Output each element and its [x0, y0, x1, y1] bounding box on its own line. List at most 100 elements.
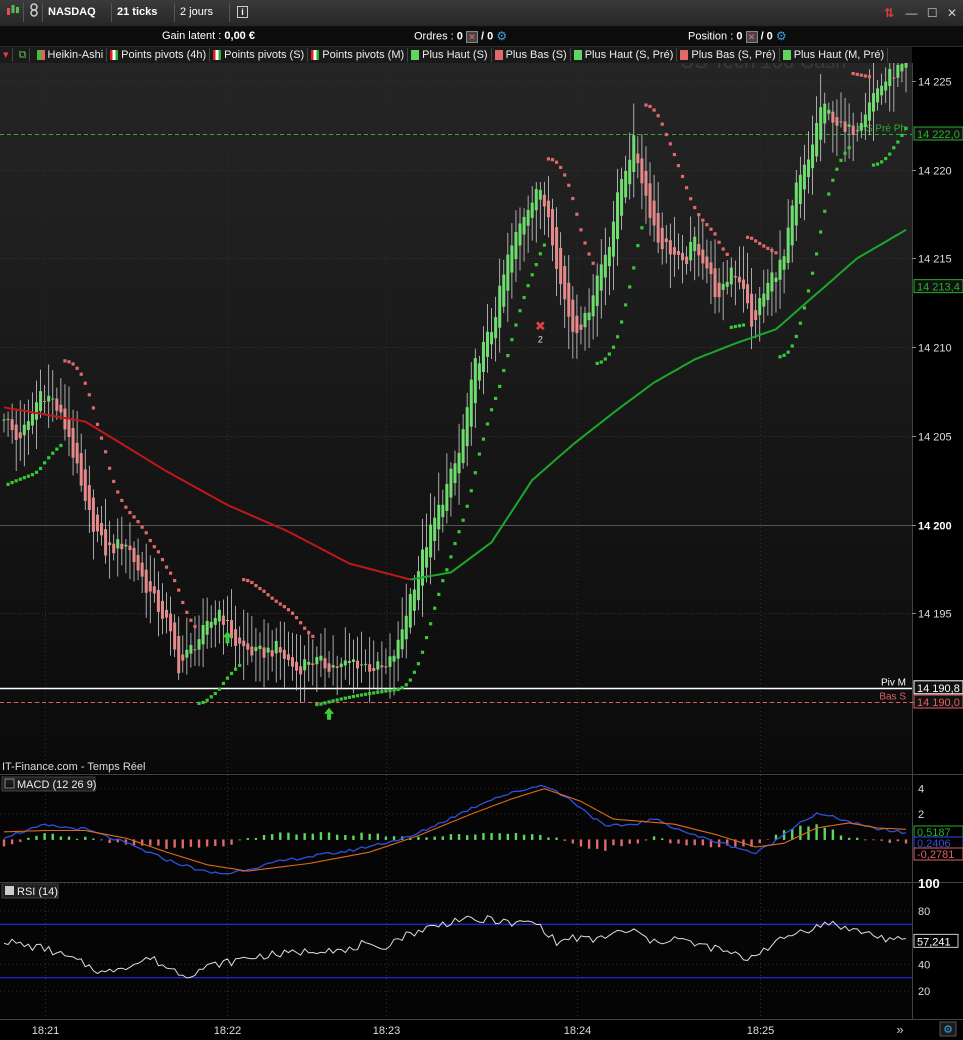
x-tick-label: 18:21	[32, 1025, 60, 1037]
rsi-tick-label: 100	[918, 876, 940, 891]
sar-dot	[67, 360, 71, 364]
legend-item[interactable]: Points pivots (M)	[308, 48, 409, 62]
sar-dot	[689, 197, 693, 201]
candle-body	[445, 483, 449, 511]
sar-dot	[213, 691, 217, 696]
candle-body	[786, 227, 790, 263]
candle-body	[55, 398, 59, 411]
macd-bar	[563, 839, 566, 841]
sar-dot	[437, 592, 441, 596]
legend-collapse-icon[interactable]: ▾	[0, 48, 13, 62]
sar-dot	[863, 74, 867, 78]
interval-select[interactable]: 21 ticks	[113, 3, 175, 34]
sar-dot	[835, 167, 839, 171]
candle-body	[603, 254, 607, 278]
legend-item[interactable]: Plus Bas (S)	[492, 48, 571, 62]
macd-bar	[636, 839, 640, 844]
y-tick-label: 14 215	[918, 254, 952, 266]
candle-body	[819, 107, 823, 140]
candle-body	[636, 153, 640, 164]
macd-bar	[262, 834, 266, 840]
instrument-select[interactable]: NASDAQ	[44, 3, 112, 34]
gain-value: 0,00 €	[224, 30, 255, 42]
candle-body	[563, 266, 567, 300]
candle-body	[847, 124, 851, 127]
candle-body	[494, 317, 498, 339]
legend-swatch	[494, 50, 503, 61]
maximize-icon[interactable]: ☐	[927, 6, 938, 20]
position-total: / 0	[760, 30, 773, 43]
legend-item[interactable]: Points pivots (4h)	[107, 48, 211, 62]
candle-body	[2, 419, 6, 421]
sar-dot	[323, 701, 327, 705]
rsi-tick-label: 20	[918, 986, 930, 998]
candle-body	[319, 655, 323, 661]
info-icon[interactable]: i	[233, 3, 253, 22]
rsi-swatch	[5, 886, 14, 895]
candle-body	[676, 250, 680, 255]
refresh-icon[interactable]: ⇅	[884, 6, 894, 20]
legend-add-icon[interactable]: ⧉	[16, 48, 31, 62]
legend-label: Plus Haut (M, Pré)	[793, 49, 885, 61]
close-icon[interactable]: ✕	[947, 6, 957, 20]
sar-dot	[457, 530, 461, 534]
legend-label: Points pivots (M)	[322, 49, 405, 61]
candle-type-icon[interactable]	[2, 3, 24, 22]
orders-settings-icon[interactable]: ⚙	[496, 29, 507, 44]
sar-dot	[603, 357, 607, 361]
sar-dot	[587, 252, 591, 256]
candle-body	[384, 666, 388, 668]
position-count: 0	[736, 30, 743, 43]
macd-bar	[604, 839, 607, 851]
legend-item[interactable]: Plus Haut (M, Pré)	[780, 48, 889, 62]
sar-dot	[193, 624, 197, 629]
sar-dot	[10, 480, 14, 485]
close-position-icon[interactable]: ✕	[745, 30, 758, 43]
candle	[408, 588, 412, 634]
sar-dot	[526, 284, 530, 288]
sar-dot	[396, 687, 400, 692]
candle-body	[729, 267, 733, 285]
sar-dot	[445, 568, 449, 572]
y-tick-label: 14 205	[918, 432, 952, 444]
sar-dot	[802, 306, 807, 310]
macd-bar	[319, 832, 323, 840]
candle-body	[437, 504, 441, 530]
sar-dot	[554, 160, 559, 164]
sar-dot	[668, 142, 672, 146]
candle-body	[425, 547, 429, 568]
position-settings-icon[interactable]: ⚙	[776, 29, 787, 44]
sar-dot	[412, 670, 416, 674]
sar-dot	[774, 251, 778, 255]
legend-item[interactable]: Plus Haut (S)	[408, 48, 492, 62]
link-icon[interactable]	[25, 3, 43, 22]
candle-body	[737, 276, 741, 283]
legend-item[interactable]: Points pivots (S)	[210, 48, 309, 62]
sar-dot	[47, 456, 51, 460]
sar-dot	[201, 700, 205, 705]
legend-item[interactable]: Plus Bas (S, Pré)	[677, 48, 780, 62]
sar-dot	[30, 473, 35, 477]
sar-dot	[782, 353, 786, 357]
sar-dot	[745, 235, 750, 239]
candle-body	[10, 419, 14, 430]
candle-body	[165, 609, 169, 618]
price-label: 14 213,4	[917, 282, 960, 294]
sar-dot	[530, 273, 534, 277]
minimize-icon[interactable]: —	[905, 6, 917, 20]
candle-body	[758, 298, 762, 316]
candle-body	[217, 609, 221, 622]
candle-body	[140, 562, 144, 577]
candle-body	[644, 170, 648, 196]
macd-bar	[230, 839, 233, 845]
legend-item[interactable]: Plus Haut (S, Pré)	[571, 48, 678, 62]
cancel-orders-icon[interactable]: ✕	[465, 30, 478, 43]
chart-canvas[interactable]: US Tech 100 Cash14 19014 19514 20014 205…	[0, 0, 963, 1040]
rsi-value-label: 57,241	[917, 936, 951, 948]
sar-dot	[22, 476, 26, 480]
legend-item[interactable]: Heikin-Ashi	[34, 48, 108, 62]
period-select[interactable]: 2 jours	[176, 3, 230, 34]
candle-body	[43, 400, 47, 403]
macd-bar	[295, 834, 298, 840]
sar-dot	[238, 663, 242, 668]
